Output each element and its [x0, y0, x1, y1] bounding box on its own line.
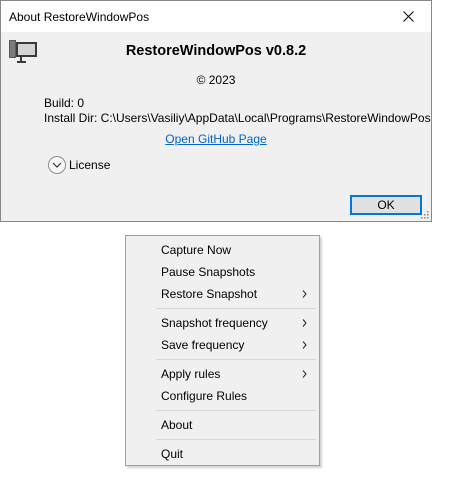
- chevron-right-icon: [302, 290, 307, 298]
- menu-item-save-frequency[interactable]: Save frequency: [128, 335, 317, 355]
- menu-separator: [156, 410, 316, 411]
- menu-item-label: Apply rules: [161, 367, 221, 381]
- menu-item-label: Save frequency: [161, 338, 245, 352]
- menu-item-label: Restore Snapshot: [161, 287, 258, 301]
- menu-item-capture-now[interactable]: Capture Now: [128, 240, 317, 260]
- license-label: License: [69, 158, 111, 172]
- chevron-right-icon: [302, 370, 307, 378]
- menu-item-label: Configure Rules: [161, 389, 248, 403]
- menu-item-label: About: [161, 418, 193, 432]
- menu-item-apply-rules[interactable]: Apply rules: [128, 364, 317, 384]
- menu-item-label: Pause Snapshots: [161, 265, 256, 279]
- menu-item-snapshot-frequency[interactable]: Snapshot frequency: [128, 313, 317, 333]
- menu-item-configure-rules[interactable]: Configure Rules: [128, 386, 317, 406]
- menu-item-about[interactable]: About: [128, 415, 317, 435]
- resize-grip-icon[interactable]: [419, 209, 429, 219]
- menu-item-quit[interactable]: Quit: [128, 444, 317, 464]
- title-bar[interactable]: About RestoreWindowPos: [1, 1, 431, 32]
- license-expander[interactable]: License: [48, 155, 110, 175]
- install-dir-info: Install Dir: C:\Users\Vasiliy\AppData\Lo…: [44, 111, 431, 125]
- close-icon: [403, 11, 414, 22]
- menu-item-label: Snapshot frequency: [161, 316, 268, 330]
- about-dialog: About RestoreWindowPos RestoreWindowPos …: [0, 0, 432, 222]
- menu-separator: [156, 439, 316, 440]
- menu-separator: [156, 308, 316, 309]
- open-github-link[interactable]: Open GitHub Page: [1, 132, 431, 146]
- chevron-down-icon: [48, 156, 66, 174]
- close-button[interactable]: [387, 1, 431, 32]
- menu-item-pause-snapshots[interactable]: Pause Snapshots: [128, 262, 317, 282]
- chevron-right-icon: [302, 319, 307, 327]
- copyright-text: © 2023: [196, 73, 236, 87]
- menu-item-label: Quit: [161, 447, 184, 461]
- ok-button[interactable]: OK: [350, 195, 422, 215]
- app-name-heading: RestoreWindowPos v0.8.2: [125, 43, 307, 59]
- menu-separator: [156, 359, 316, 360]
- menu-item-restore-snapshot[interactable]: Restore Snapshot: [128, 284, 317, 304]
- chevron-right-icon: [302, 341, 307, 349]
- tray-context-menu: Capture Now Pause Snapshots Restore Snap…: [125, 235, 320, 466]
- menu-item-label: Capture Now: [161, 243, 232, 257]
- build-info: Build: 0: [44, 96, 85, 110]
- window-title: About RestoreWindowPos: [9, 10, 150, 24]
